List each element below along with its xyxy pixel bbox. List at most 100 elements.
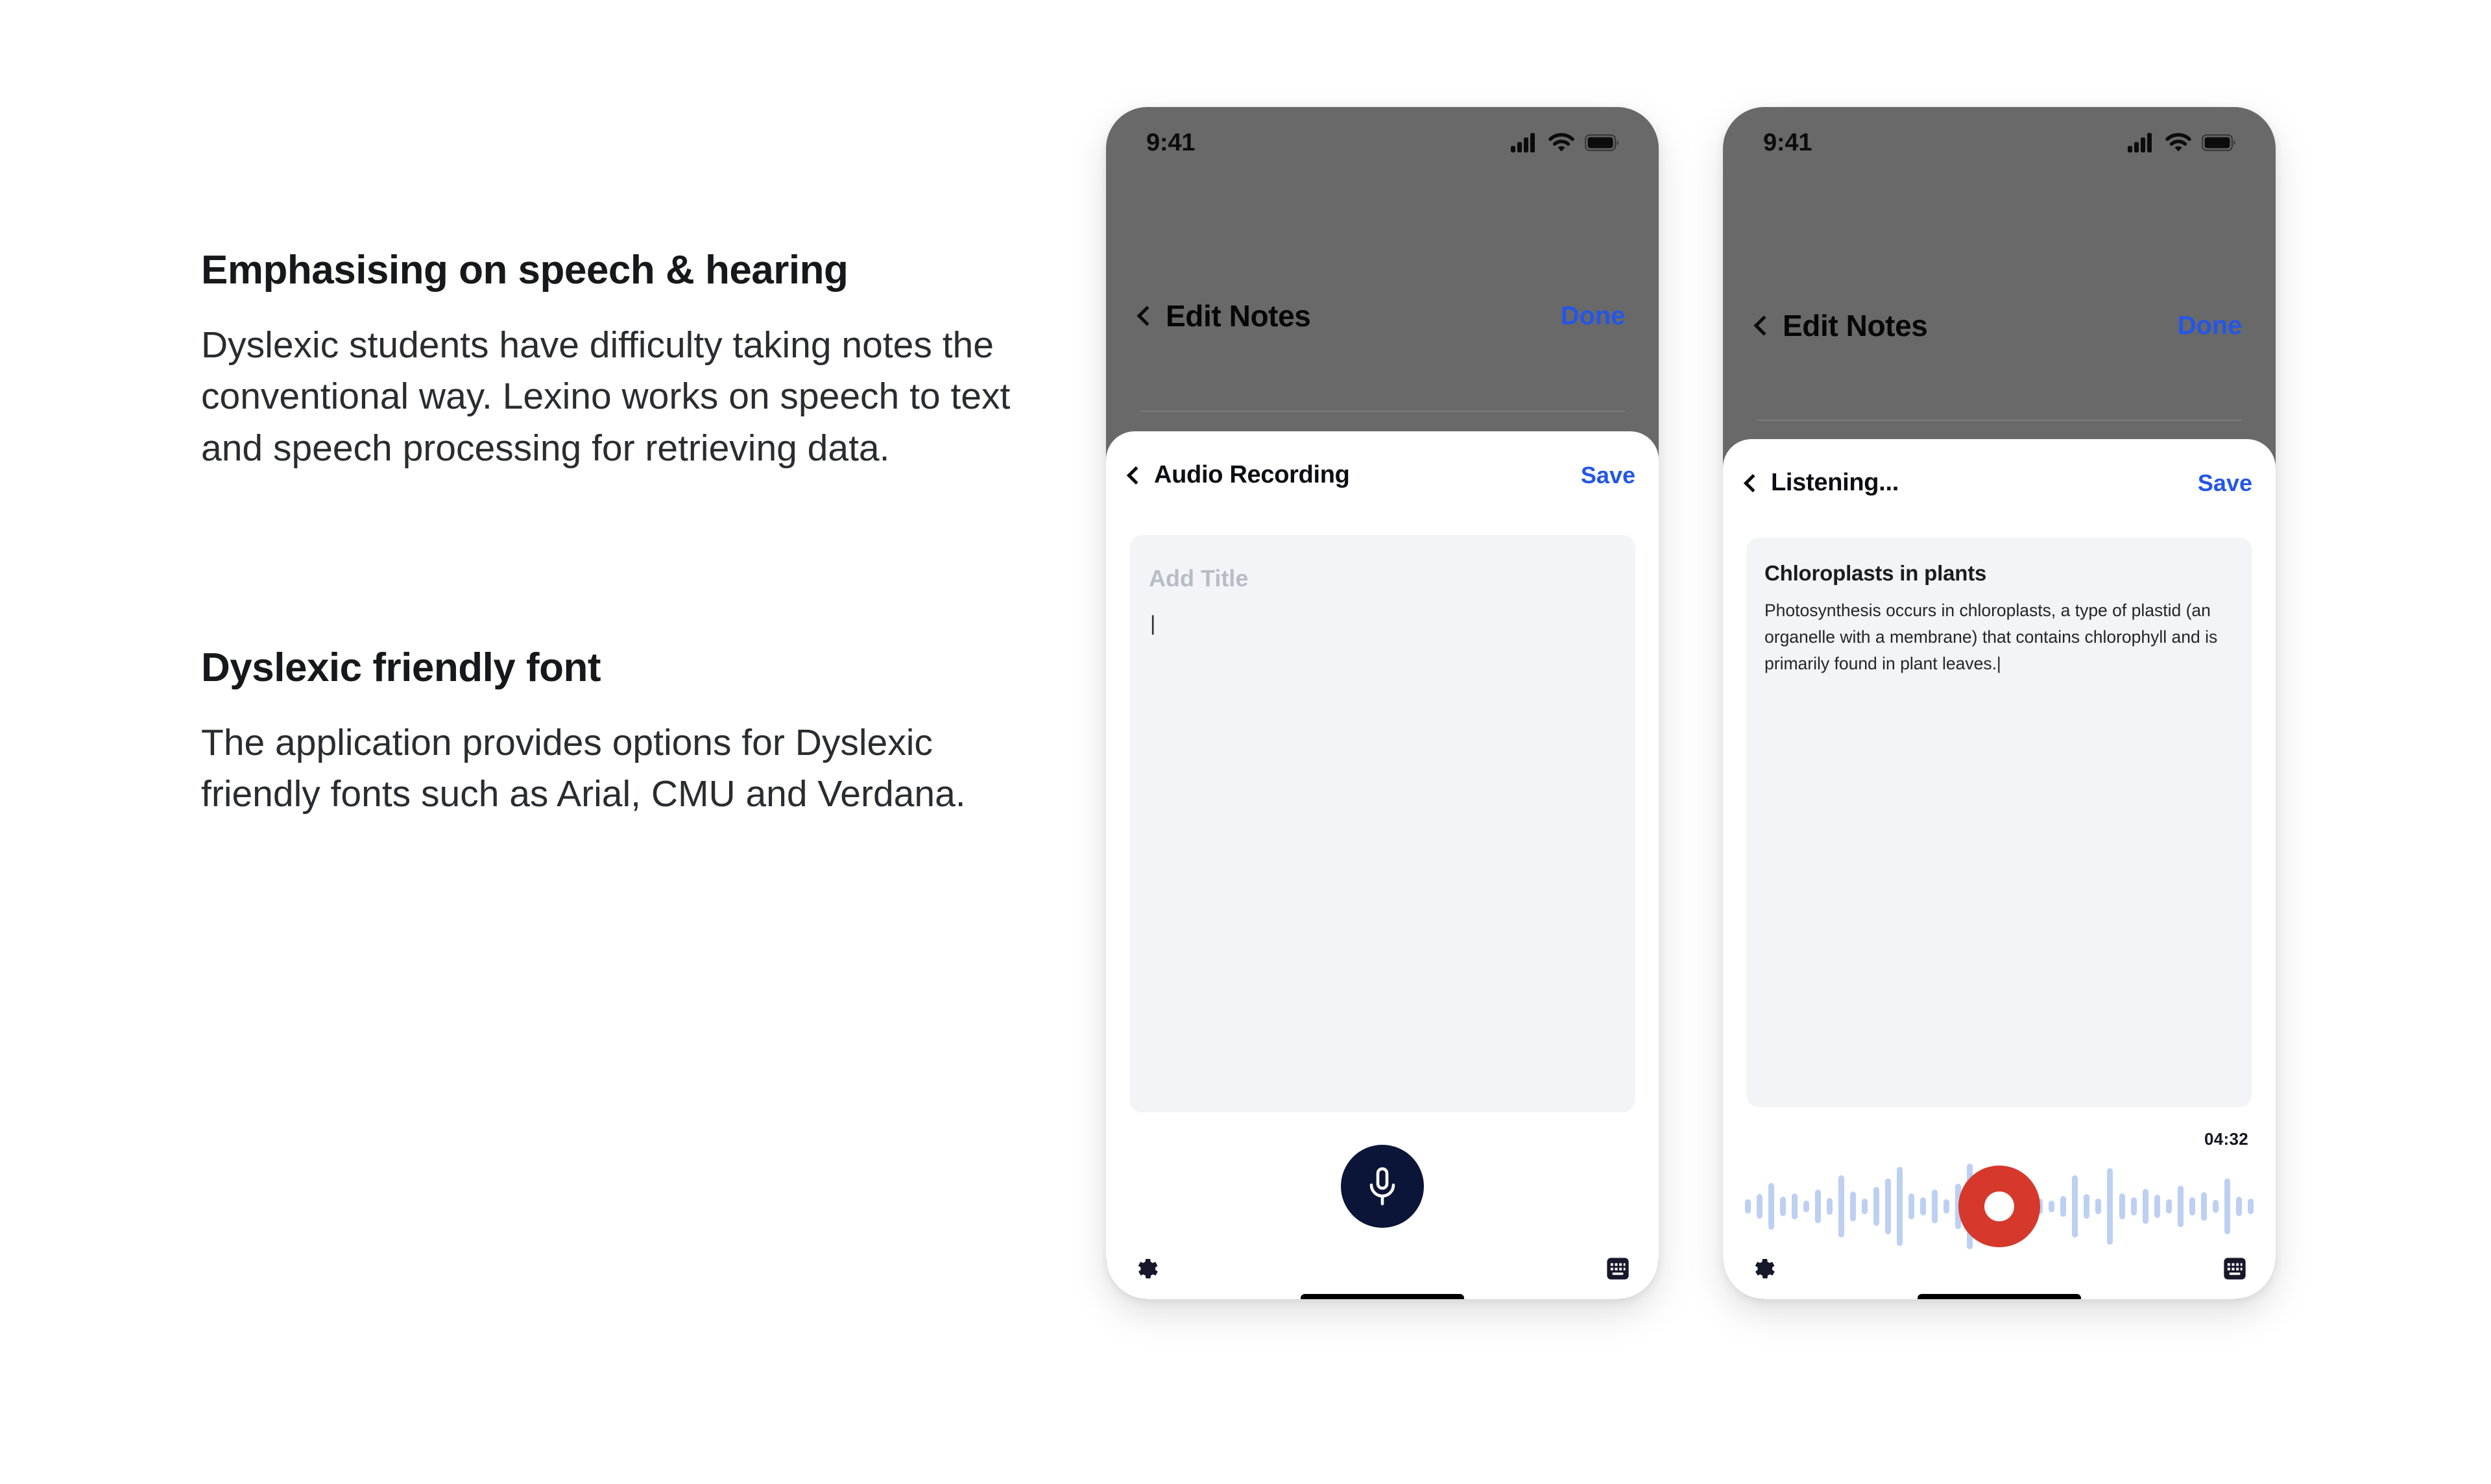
waveform-bar — [1897, 1167, 1903, 1246]
waveform-bar — [1803, 1201, 1810, 1212]
nav-back-group[interactable]: Edit Notes — [1137, 298, 1311, 333]
waveform-bar — [1838, 1175, 1845, 1238]
recording-timer: 04:32 — [2204, 1129, 2248, 1149]
waveform-bar — [1862, 1199, 1868, 1214]
marketing-copy-column: Emphasising on speech & hearing Dyslexic… — [201, 246, 1012, 820]
status-bar: 9:41 — [1106, 107, 1659, 178]
sheet-bottom-bar — [1723, 1255, 2276, 1282]
waveform-bar — [2142, 1189, 2148, 1224]
waveform-bar — [2200, 1192, 2207, 1221]
done-button[interactable]: Done — [2178, 311, 2242, 341]
sheet-bottom-bar — [1106, 1255, 1659, 1282]
waveform-bar — [2084, 1194, 2090, 1219]
gear-icon[interactable] — [1750, 1255, 1777, 1282]
cellular-signal-icon — [1511, 133, 1535, 152]
waveform-bar — [1745, 1199, 1751, 1214]
chevron-left-icon[interactable] — [1137, 305, 1157, 326]
page-title: Edit Notes — [1783, 309, 1928, 342]
status-icons — [2128, 133, 2235, 152]
battery-icon — [2202, 134, 2235, 151]
microphone-icon — [1369, 1167, 1395, 1206]
copy-section-dyslexic-font: Dyslexic friendly font The application p… — [201, 644, 1012, 820]
microphone-record-button[interactable] — [1341, 1145, 1424, 1228]
record-stop-icon — [1984, 1191, 2014, 1221]
section-body: Dyslexic students have difficulty taking… — [201, 324, 1011, 469]
status-time: 9:41 — [1146, 128, 1196, 156]
listening-sheet: Listening... Save Chloroplasts in plants… — [1723, 439, 2276, 1299]
save-button[interactable]: Save — [1581, 462, 1635, 489]
waveform-bar — [1768, 1183, 1775, 1230]
waveform-bar — [2072, 1175, 2078, 1238]
phone-mockup-listening: 9:41 Edit Notes Done Listening... Save C… — [1723, 107, 2276, 1299]
note-editor-card[interactable]: Chloroplasts in plants Photosynthesis oc… — [1746, 538, 2252, 1107]
battery-icon — [1585, 134, 1619, 151]
waveform-bar — [1920, 1197, 1927, 1215]
waveform-bar — [1885, 1179, 1892, 1234]
home-indicator — [1301, 1294, 1464, 1299]
waveform-bar — [1873, 1187, 1880, 1226]
waveform-bar — [1827, 1198, 1833, 1215]
text-caret: | — [1150, 612, 1156, 635]
sheet-back-group[interactable]: Listening... — [1743, 469, 1899, 497]
section-heading: Dyslexic friendly font — [201, 645, 601, 690]
nav-back-group[interactable]: Edit Notes — [1753, 308, 1928, 343]
waveform-bar — [2119, 1193, 2125, 1219]
page-title: Edit Notes — [1166, 299, 1311, 333]
waveform-bar — [2247, 1199, 2254, 1214]
waveform-visualizer — [1745, 1151, 2254, 1262]
waveform-bar — [2049, 1201, 2055, 1212]
done-button[interactable]: Done — [1561, 302, 1625, 331]
nav-divider — [1140, 411, 1625, 412]
waveform-bar — [1792, 1193, 1798, 1219]
waveform-bar — [2095, 1199, 2102, 1214]
waveform-bar — [1943, 1199, 1950, 1214]
sheet-nav-bar: Audio Recording Save — [1106, 461, 1659, 489]
section-body: The application provides options for Dys… — [201, 721, 966, 815]
waveform-bar — [2130, 1197, 2137, 1215]
waveform-bar — [2212, 1200, 2219, 1213]
note-title[interactable]: Chloroplasts in plants — [1764, 561, 2234, 586]
background-nav-bar: Edit Notes Done — [1106, 298, 1659, 333]
audio-recording-sheet: Audio Recording Save Add Title | — [1106, 431, 1659, 1299]
save-button[interactable]: Save — [2198, 470, 2252, 497]
status-time: 9:41 — [1763, 128, 1812, 156]
sheet-back-group[interactable]: Audio Recording — [1126, 461, 1350, 489]
chevron-left-icon[interactable] — [1126, 466, 1146, 485]
waveform-bar — [1908, 1193, 1915, 1219]
waveform-bar — [2154, 1195, 2160, 1218]
keyboard-icon[interactable] — [2221, 1255, 2248, 1282]
stop-record-button[interactable] — [1958, 1166, 2040, 1247]
section-heading: Emphasising on speech & hearing — [201, 248, 848, 293]
waveform-bar — [1932, 1190, 1938, 1223]
waveform-bar — [2107, 1168, 2113, 1245]
status-bar: 9:41 — [1723, 107, 2276, 178]
gear-icon[interactable] — [1133, 1255, 1161, 1282]
keyboard-icon[interactable] — [1604, 1255, 1631, 1282]
chevron-left-icon[interactable] — [1743, 473, 1763, 492]
copy-spacer — [201, 474, 1012, 644]
status-icons — [1511, 133, 1619, 152]
note-editor-card[interactable]: Add Title | — [1129, 535, 1635, 1112]
wifi-icon — [1548, 133, 1574, 152]
wifi-icon — [2165, 133, 2191, 152]
note-body-text[interactable]: Photosynthesis occurs in chloroplasts, a… — [1764, 597, 2238, 677]
sheet-nav-bar: Listening... Save — [1723, 469, 2276, 497]
phone-mockup-audio-recording: 9:41 Edit Notes Done Audio Recording Sav… — [1106, 107, 1659, 1299]
note-title-placeholder[interactable]: Add Title — [1149, 565, 1248, 592]
nav-divider — [1757, 420, 2242, 421]
waveform-bar — [2060, 1196, 2067, 1217]
copy-section-speech-hearing: Emphasising on speech & hearing Dyslexic… — [201, 246, 1012, 474]
chevron-left-icon[interactable] — [1753, 315, 1774, 336]
cellular-signal-icon — [2128, 133, 2152, 152]
waveform-bar — [1757, 1194, 1763, 1219]
waveform-bar — [1780, 1197, 1787, 1216]
home-indicator — [1918, 1294, 2081, 1299]
waveform-bar — [1815, 1190, 1822, 1223]
waveform-bar — [2224, 1179, 2230, 1234]
waveform-bar — [2165, 1199, 2172, 1214]
sheet-title: Listening... — [1771, 469, 1899, 496]
waveform-bar — [2177, 1186, 2184, 1227]
sheet-title: Audio Recording — [1154, 461, 1350, 488]
background-nav-bar: Edit Notes Done — [1723, 308, 2276, 343]
waveform-bar — [1850, 1191, 1857, 1221]
